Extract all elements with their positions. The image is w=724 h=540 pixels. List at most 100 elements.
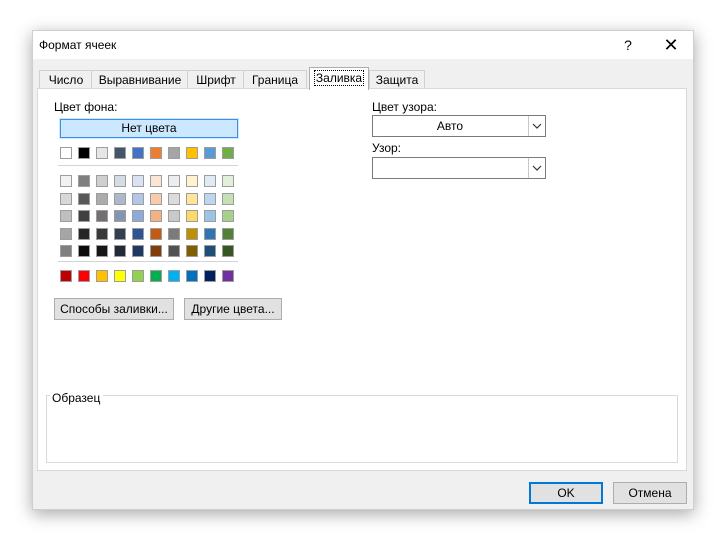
color-swatch[interactable] — [114, 210, 126, 222]
standard-color-swatch[interactable] — [222, 270, 234, 282]
fill-panel: Цвет фона: Нет цвета Способы заливки... … — [37, 88, 687, 471]
color-swatch[interactable] — [60, 192, 72, 205]
color-swatch[interactable] — [60, 175, 72, 187]
color-swatch[interactable] — [204, 192, 216, 205]
color-swatch[interactable] — [60, 210, 72, 222]
standard-color-swatch[interactable] — [60, 270, 72, 282]
no-color-button[interactable]: Нет цвета — [60, 119, 238, 138]
color-swatch[interactable] — [78, 147, 90, 159]
color-swatch[interactable] — [96, 210, 108, 222]
pattern-style-label: Узор: — [372, 141, 401, 155]
tab-font[interactable]: Шрифт — [187, 70, 245, 89]
color-swatch[interactable] — [186, 175, 198, 187]
standard-color-swatch[interactable] — [186, 270, 198, 282]
color-swatch[interactable] — [186, 245, 198, 257]
color-swatch[interactable] — [186, 147, 198, 159]
color-swatch[interactable] — [204, 175, 216, 187]
color-swatch[interactable] — [204, 227, 216, 240]
color-swatch[interactable] — [150, 192, 162, 205]
color-swatch[interactable] — [222, 245, 234, 257]
tab-fill[interactable]: Заливка — [309, 67, 369, 90]
color-swatch[interactable] — [78, 210, 90, 222]
close-button[interactable]: ✕ — [659, 33, 683, 57]
color-swatch[interactable] — [60, 147, 72, 159]
color-swatch[interactable] — [150, 245, 162, 257]
cancel-button[interactable]: Отмена — [613, 482, 687, 504]
color-swatch[interactable] — [168, 210, 180, 222]
tab-alignment[interactable]: Выравнивание — [91, 70, 189, 89]
pattern-color-value: Авто — [436, 119, 464, 133]
background-color-label: Цвет фона: — [54, 100, 118, 114]
dialog-title: Формат ячеек — [39, 38, 117, 52]
format-cells-dialog: Формат ячеек ? ✕ Число Выравнивание Шриф… — [32, 30, 694, 510]
standard-color-swatch[interactable] — [150, 270, 162, 282]
color-swatch[interactable] — [114, 245, 126, 257]
color-swatch[interactable] — [222, 227, 234, 240]
standard-color-swatch[interactable] — [96, 270, 108, 282]
tab-border[interactable]: Граница — [243, 70, 307, 89]
color-swatch[interactable] — [132, 210, 144, 222]
title-bar: Формат ячеек ? ✕ — [33, 31, 693, 59]
color-swatch[interactable] — [150, 210, 162, 222]
color-swatch[interactable] — [114, 227, 126, 240]
standard-color-swatch[interactable] — [204, 270, 216, 282]
color-swatch[interactable] — [150, 175, 162, 187]
color-swatch[interactable] — [96, 227, 108, 240]
color-swatch[interactable] — [114, 175, 126, 187]
color-swatch[interactable] — [60, 227, 72, 240]
color-swatch[interactable] — [96, 245, 108, 257]
color-swatch[interactable] — [204, 245, 216, 257]
pattern-color-select[interactable]: Авто — [372, 115, 546, 137]
color-swatch[interactable] — [96, 175, 108, 187]
color-swatch[interactable] — [114, 147, 126, 159]
color-swatch[interactable] — [186, 210, 198, 222]
ok-button[interactable]: OK — [529, 482, 603, 504]
color-swatch[interactable] — [168, 227, 180, 240]
close-icon: ✕ — [663, 35, 679, 55]
palette-divider — [58, 165, 238, 166]
more-colors-button[interactable]: Другие цвета... — [184, 298, 282, 320]
standard-color-swatch[interactable] — [78, 270, 90, 282]
color-swatch[interactable] — [204, 210, 216, 222]
color-swatch[interactable] — [60, 245, 72, 257]
color-swatch[interactable] — [78, 227, 90, 240]
chevron-down-icon[interactable] — [528, 158, 545, 178]
tab-number[interactable]: Число — [39, 70, 93, 89]
fill-effects-button[interactable]: Способы заливки... — [54, 298, 174, 320]
color-swatch[interactable] — [186, 192, 198, 205]
standard-color-swatch[interactable] — [168, 270, 180, 282]
tab-protection[interactable]: Защита — [369, 70, 425, 89]
palette-divider — [58, 261, 238, 262]
color-swatch[interactable] — [96, 192, 108, 205]
standard-color-swatch[interactable] — [132, 270, 144, 282]
color-swatch[interactable] — [168, 175, 180, 187]
color-swatch[interactable] — [114, 192, 126, 205]
color-swatch[interactable] — [150, 227, 162, 240]
color-swatch[interactable] — [222, 147, 234, 159]
color-swatch[interactable] — [222, 210, 234, 222]
color-swatch[interactable] — [78, 245, 90, 257]
help-button[interactable]: ? — [617, 33, 639, 57]
sample-label: Образец — [50, 391, 104, 405]
color-swatch[interactable] — [132, 245, 144, 257]
pattern-style-select[interactable] — [372, 157, 546, 179]
color-swatch[interactable] — [204, 147, 216, 159]
color-swatch[interactable] — [132, 147, 144, 159]
color-swatch[interactable] — [222, 175, 234, 187]
color-swatch[interactable] — [168, 245, 180, 257]
chevron-down-icon[interactable] — [528, 116, 545, 136]
color-swatch[interactable] — [132, 175, 144, 187]
standard-color-swatch[interactable] — [114, 270, 126, 282]
color-swatch[interactable] — [168, 147, 180, 159]
color-swatch[interactable] — [132, 227, 144, 240]
color-swatch[interactable] — [132, 192, 144, 205]
color-swatch[interactable] — [78, 192, 90, 205]
color-swatch[interactable] — [150, 147, 162, 159]
color-swatch[interactable] — [96, 147, 108, 159]
color-swatch[interactable] — [168, 192, 180, 205]
sample-preview — [46, 395, 678, 463]
color-swatch[interactable] — [186, 227, 198, 240]
color-swatch[interactable] — [78, 175, 90, 187]
pattern-color-label: Цвет узора: — [372, 100, 437, 114]
color-swatch[interactable] — [222, 192, 234, 205]
